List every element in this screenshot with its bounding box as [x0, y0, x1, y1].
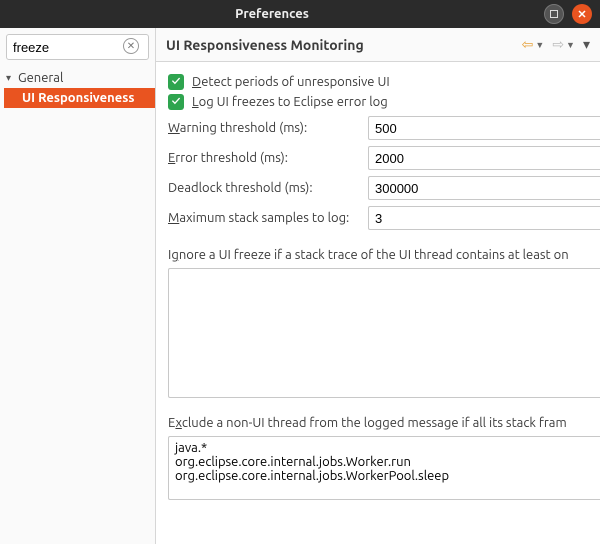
page-menu-button[interactable]: ▾: [583, 36, 590, 53]
sidebar: ✕ ▾ General UI Responsiveness: [0, 28, 156, 544]
dropdown-caret-icon: ▼: [566, 40, 575, 50]
ignore-filter-textarea[interactable]: [168, 268, 600, 398]
tree-toggle-icon[interactable]: ▾: [6, 72, 18, 84]
ignore-filter-label: Ignore a UI freeze if a stack trace of t…: [168, 248, 600, 262]
max-stack-samples-input[interactable]: [368, 206, 600, 230]
warning-threshold-input[interactable]: [368, 116, 600, 140]
window-title: Preferences: [0, 7, 544, 21]
exclude-filter-textarea[interactable]: [168, 436, 600, 500]
checkbox-label: Detect periods of unresponsive UI: [192, 75, 390, 89]
deadlock-threshold-label: Deadlock threshold (ms):: [168, 181, 368, 195]
detect-unresponsive-checkbox[interactable]: ✓ Detect periods of unresponsive UI: [168, 74, 600, 90]
page-header: UI Responsiveness Monitoring ⇦ ▼ ⇨ ▼ ▾: [156, 28, 600, 62]
dropdown-caret-icon: ▼: [535, 40, 544, 50]
error-threshold-label: Error threshold (ms):: [168, 151, 368, 165]
tree-item-ui-responsiveness[interactable]: UI Responsiveness: [4, 88, 155, 108]
max-stack-samples-label: Maximum stack samples to log:: [168, 211, 368, 225]
deadlock-threshold-input[interactable]: [368, 176, 600, 200]
preferences-tree[interactable]: ▾ General UI Responsiveness: [0, 64, 155, 108]
tree-item-general[interactable]: ▾ General: [4, 68, 155, 88]
page-title: UI Responsiveness Monitoring: [166, 37, 516, 53]
warning-threshold-label: Warning threshold (ms):: [168, 121, 368, 135]
arrow-left-icon: ⇦: [522, 36, 534, 53]
checkbox-checked-icon: ✓: [168, 74, 184, 90]
exclude-filter-label: Exclude a non-UI thread from the logged …: [168, 416, 600, 430]
arrow-right-icon: ⇨: [552, 36, 564, 53]
page: UI Responsiveness Monitoring ⇦ ▼ ⇨ ▼ ▾ ✓…: [156, 28, 600, 544]
nav-back-button[interactable]: ⇦ ▼: [520, 36, 547, 53]
window-close-button[interactable]: [572, 4, 592, 24]
error-threshold-input[interactable]: [368, 146, 600, 170]
log-ui-freezes-checkbox[interactable]: ✓ Log UI freezes to Eclipse error log: [168, 94, 600, 110]
tree-item-label: General: [18, 71, 63, 85]
checkbox-checked-icon: ✓: [168, 94, 184, 110]
clear-filter-icon[interactable]: ✕: [123, 38, 139, 54]
tree-item-label: UI Responsiveness: [22, 91, 134, 105]
nav-forward-button[interactable]: ⇨ ▼: [550, 36, 577, 53]
checkbox-label: Log UI freezes to Eclipse error log: [192, 95, 388, 109]
window-titlebar: Preferences: [0, 0, 600, 28]
window-maximize-button[interactable]: [544, 4, 564, 24]
